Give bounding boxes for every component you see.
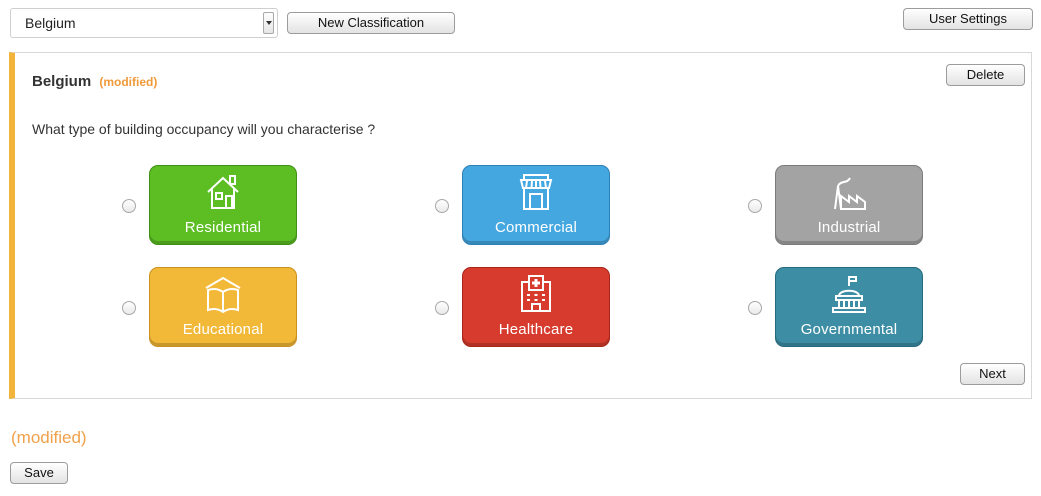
chevron-down-icon[interactable] xyxy=(263,12,274,34)
option-label: Industrial xyxy=(817,219,881,236)
option-healthcare[interactable]: Healthcare xyxy=(435,267,635,347)
option-residential[interactable]: Residential xyxy=(122,165,322,245)
tile-governmental[interactable]: Governmental xyxy=(775,267,923,347)
option-label: Commercial xyxy=(494,219,577,236)
option-label: Educational xyxy=(182,321,264,338)
save-button[interactable]: Save xyxy=(10,462,68,484)
modified-tag: (modified) xyxy=(99,75,158,89)
radio-governmental[interactable] xyxy=(748,301,762,315)
tile-healthcare[interactable]: Healthcare xyxy=(462,267,610,347)
user-settings-button[interactable]: User Settings xyxy=(903,8,1033,30)
radio-residential[interactable] xyxy=(122,199,136,213)
radio-industrial[interactable] xyxy=(748,199,762,213)
option-educational[interactable]: Educational xyxy=(122,267,322,347)
tile-educational[interactable]: Educational xyxy=(149,267,297,347)
next-button[interactable]: Next xyxy=(960,363,1025,385)
option-industrial[interactable]: Industrial xyxy=(748,165,948,245)
radio-educational[interactable] xyxy=(122,301,136,315)
radio-healthcare[interactable] xyxy=(435,301,449,315)
panel-title-text: Belgium xyxy=(32,73,92,90)
new-classification-button[interactable]: New Classification xyxy=(287,12,455,34)
hospital-icon xyxy=(521,275,551,312)
shop-icon xyxy=(519,174,553,210)
delete-button[interactable]: Delete xyxy=(946,64,1025,86)
country-select[interactable]: Belgium xyxy=(10,8,278,38)
tile-industrial[interactable]: Industrial xyxy=(775,165,923,245)
panel-title: Belgium (modified) xyxy=(32,73,157,90)
option-governmental[interactable]: Governmental xyxy=(748,267,948,347)
radio-commercial[interactable] xyxy=(435,199,449,213)
house-icon xyxy=(207,175,239,209)
tile-commercial[interactable]: Commercial xyxy=(462,165,610,245)
factory-icon xyxy=(834,177,866,210)
footer-modified-status: (modified) xyxy=(11,428,87,447)
tile-residential[interactable]: Residential xyxy=(149,165,297,245)
option-commercial[interactable]: Commercial xyxy=(435,165,635,245)
option-label: Healthcare xyxy=(498,321,574,338)
occupancy-question: What type of building occupancy will you… xyxy=(32,121,376,137)
government-icon xyxy=(832,276,866,313)
country-select-value: Belgium xyxy=(25,15,76,31)
option-label: Residential xyxy=(184,219,262,236)
classification-panel: Belgium (modified) Delete What type of b… xyxy=(9,52,1032,399)
option-label: Governmental xyxy=(800,321,898,338)
book-icon xyxy=(205,276,241,314)
